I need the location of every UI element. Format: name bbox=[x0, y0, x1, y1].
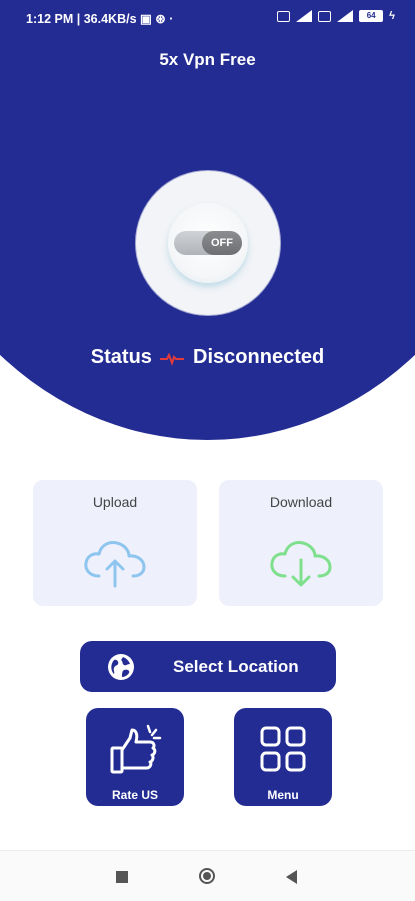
status-label: Status bbox=[90, 346, 152, 368]
download-label: Download bbox=[269, 494, 333, 510]
select-location-label: Select Location bbox=[173, 657, 299, 676]
grid-icon bbox=[260, 726, 306, 772]
status-bar-right: 64 ϟ bbox=[277, 10, 395, 22]
pulse-icon bbox=[160, 352, 185, 366]
vpn-toggle-switch[interactable]: OFF bbox=[174, 231, 242, 255]
status-time: 1:12 PM bbox=[26, 12, 74, 26]
upload-label: Upload bbox=[92, 494, 138, 510]
back-icon[interactable] bbox=[286, 870, 297, 884]
cloud-download-icon bbox=[270, 541, 332, 587]
status-separator: | bbox=[76, 12, 84, 26]
home-icon[interactable] bbox=[199, 868, 215, 884]
cloud-upload-icon bbox=[84, 541, 146, 588]
upload-card: Upload bbox=[33, 480, 197, 606]
status-net-speed: 36.4KB/s bbox=[83, 12, 137, 26]
status-bar-left: 1:12 PM | 36.4KB/s ▣ ⊛ · bbox=[26, 11, 173, 26]
menu-label: Menu bbox=[267, 788, 299, 802]
rate-us-button[interactable]: Rate US bbox=[86, 708, 184, 806]
hero-header: 1:12 PM | 36.4KB/s ▣ ⊛ · 64 ϟ 5x Vpn Fre… bbox=[0, 0, 415, 440]
vpn-toggle-ring[interactable]: OFF bbox=[136, 171, 280, 315]
globe-icon bbox=[108, 654, 134, 680]
charging-icon: ϟ bbox=[389, 10, 395, 22]
app-title: 5x Vpn Free bbox=[159, 50, 256, 69]
thumbs-up-icon bbox=[110, 724, 162, 774]
recent-apps-icon[interactable] bbox=[116, 871, 128, 883]
select-location-button[interactable]: Select Location bbox=[80, 641, 336, 692]
system-nav-bar bbox=[0, 850, 415, 901]
signal-icon bbox=[296, 10, 313, 22]
download-card: Download bbox=[219, 480, 383, 606]
status-bar: 1:12 PM | 36.4KB/s ▣ ⊛ · 64 ϟ bbox=[0, 0, 415, 36]
battery-icon: 64 bbox=[359, 10, 384, 22]
sim-icon bbox=[277, 10, 291, 22]
status-value: Disconnected bbox=[193, 346, 325, 368]
rate-us-label: Rate US bbox=[111, 788, 158, 802]
connection-status: Status Disconnected bbox=[0, 346, 415, 369]
notification-icons: ▣ ⊛ · bbox=[140, 12, 174, 26]
menu-button[interactable]: Menu bbox=[234, 708, 332, 806]
sim-icon-2 bbox=[318, 10, 332, 22]
signal-icon-2 bbox=[337, 10, 354, 22]
toggle-off-label: OFF bbox=[202, 231, 242, 255]
